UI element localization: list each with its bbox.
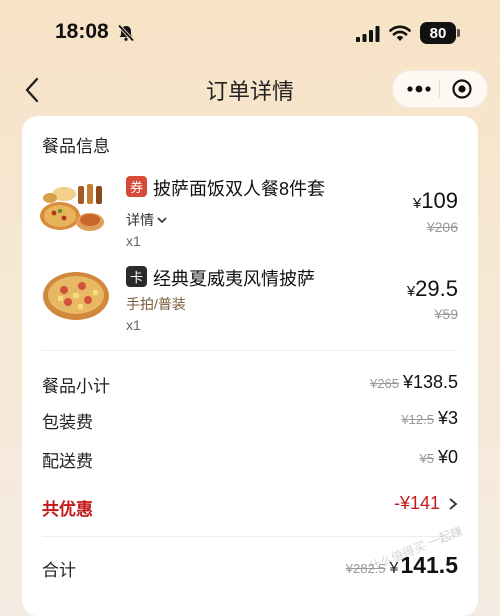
total-amount: 141.5	[400, 552, 458, 578]
item-price-value: 109	[421, 188, 458, 213]
miniprogram-capsule	[392, 70, 488, 108]
navigation-bar: 订单详情	[0, 64, 500, 114]
item-original-price: ¥206	[426, 219, 458, 235]
coupon-tag: 券	[126, 176, 147, 197]
total-discount-row[interactable]: -¥141	[394, 493, 458, 514]
delivery-fee-original: ¥5	[419, 451, 434, 466]
combo-meal-image	[38, 172, 114, 238]
order-detail-card: 餐品信息 券 披萨面饭双人餐8件套 详情 x1 ¥109 ¥206 卡 经典夏威…	[22, 116, 478, 616]
item-option: 手拍/普装	[126, 296, 186, 312]
item-name: 披萨面饭双人餐8件套	[153, 179, 326, 199]
status-time: 18:08	[55, 20, 109, 43]
total-discount-value[interactable]: -¥141	[394, 493, 458, 514]
subtotal-value: ¥265 ¥138.5	[370, 372, 458, 393]
section-title-food-info: 餐品信息	[42, 137, 110, 156]
chevron-down-icon	[157, 217, 167, 224]
item-name: 经典夏威夷风情披萨	[153, 269, 315, 289]
total-original: ¥282.5	[345, 561, 386, 576]
signal-icon	[356, 26, 380, 42]
section-divider	[42, 350, 458, 351]
hawaiian-pizza-image	[38, 264, 114, 324]
battery-nub	[457, 29, 460, 37]
bell-muted-icon	[117, 24, 135, 42]
packaging-fee-label: 包装费	[42, 413, 93, 432]
total-discount-label: 共优惠	[42, 500, 93, 519]
item-quantity: x1	[126, 317, 141, 333]
item-detail-label: 详情	[126, 212, 154, 228]
currency-symbol: ¥	[406, 283, 416, 300]
total-currency: ¥	[389, 560, 399, 577]
close-target-icon[interactable]	[451, 78, 473, 100]
item-original-price: ¥59	[434, 306, 458, 322]
total-discount-amount: -¥141	[393, 493, 440, 513]
packaging-fee-amount: ¥3	[437, 408, 458, 428]
packaging-fee-original: ¥12.5	[401, 412, 434, 427]
packaging-fee-value: ¥12.5 ¥3	[401, 408, 458, 429]
item-detail-toggle[interactable]: 详情	[126, 210, 168, 230]
wifi-icon	[389, 25, 411, 41]
capsule-divider	[439, 80, 440, 98]
card-tag: 卡	[126, 266, 147, 287]
more-dots-icon[interactable]	[405, 79, 433, 99]
section-divider	[42, 536, 458, 537]
subtotal-amount: ¥138.5	[402, 372, 458, 392]
item-quantity: x1	[126, 233, 141, 249]
delivery-fee-label: 配送费	[42, 452, 93, 471]
subtotal-original: ¥265	[370, 376, 399, 391]
item-price: ¥109	[413, 188, 458, 214]
chevron-right-icon	[449, 497, 458, 510]
total-value: ¥282.5 ¥ 141.5	[346, 552, 458, 579]
item-price: ¥29.5	[407, 276, 458, 302]
total-label: 合计	[42, 561, 76, 580]
status-bar: 18:08 80	[0, 0, 500, 64]
battery-indicator: 80	[420, 22, 456, 44]
subtotal-label: 餐品小计	[42, 377, 110, 396]
item-price-value: 29.5	[415, 276, 458, 301]
delivery-fee-value: ¥5 ¥0	[420, 447, 459, 468]
delivery-fee-amount: ¥0	[437, 447, 458, 467]
